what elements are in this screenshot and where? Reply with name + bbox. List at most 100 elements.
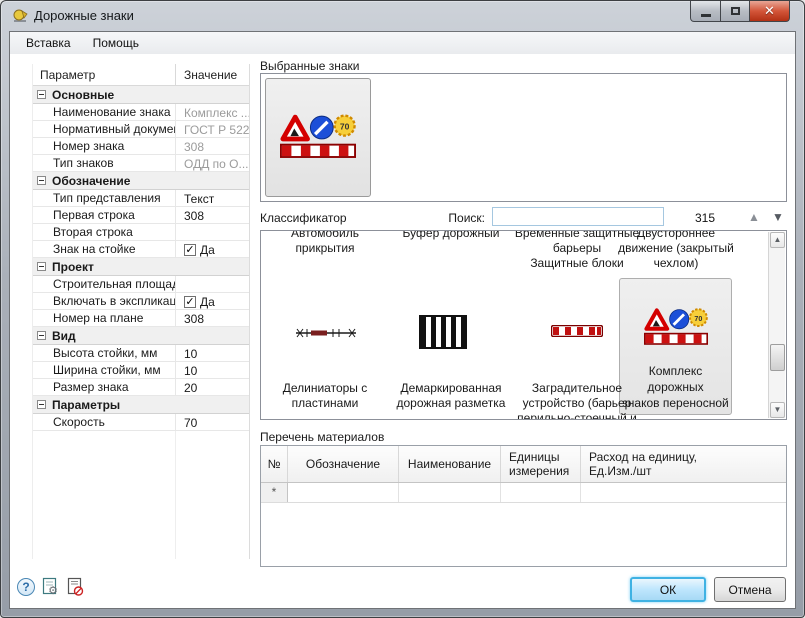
param-name: Номер на плане xyxy=(33,310,175,326)
title-bar[interactable]: Дорожные знаки ✕ xyxy=(1,1,804,31)
collapse-icon[interactable] xyxy=(37,262,46,271)
collapse-icon[interactable] xyxy=(37,90,46,99)
param-value[interactable]: Текст xyxy=(184,192,214,206)
scroll-down-icon: ▼ xyxy=(774,405,782,414)
group-proekt[interactable]: Проект xyxy=(33,258,249,276)
param-name: Высота стойки, мм xyxy=(33,345,175,361)
menu-help[interactable]: Помощь xyxy=(83,33,149,53)
group-label: Вид xyxy=(52,329,76,343)
classifier-label: Классификатор xyxy=(260,211,347,225)
param-row[interactable]: Наименование знака Комплекс ... xyxy=(33,104,249,121)
param-row[interactable]: Ширина стойки, мм 10 xyxy=(33,362,249,379)
scrollbar-thumb[interactable] xyxy=(770,344,785,371)
minimize-button[interactable] xyxy=(690,1,721,22)
param-name: Первая строка xyxy=(33,207,175,223)
barrier-image[interactable] xyxy=(551,325,603,337)
material-delete-button[interactable] xyxy=(65,577,85,597)
ok-button[interactable]: ОК xyxy=(630,577,706,602)
svg-text:70: 70 xyxy=(694,314,702,323)
param-value[interactable]: 10 xyxy=(184,364,197,378)
materials-header: № Обозначение Наименование Единицы измер… xyxy=(261,446,786,483)
classifier-item-label[interactable]: Делиниаторы с пластинами xyxy=(269,381,381,411)
param-row[interactable]: Нормативный документ ГОСТ Р 522... xyxy=(33,121,249,138)
column-designation: Обозначение xyxy=(288,446,399,482)
selected-signs-panel: 70 xyxy=(260,73,787,202)
group-label: Основные xyxy=(52,88,114,102)
param-row[interactable]: Размер знака 20 xyxy=(33,379,249,396)
param-row[interactable]: Скорость 70 xyxy=(33,414,249,431)
group-parametry[interactable]: Параметры xyxy=(33,396,249,414)
scroll-up-button[interactable]: ▲ xyxy=(770,232,785,248)
cell-consumption[interactable] xyxy=(581,483,786,502)
search-input[interactable] xyxy=(492,207,664,226)
collapse-icon[interactable] xyxy=(37,176,46,185)
material-settings-button[interactable]: ⚙ xyxy=(41,577,61,597)
column-consumption: Расход на единицу, Ед.Изм./шт xyxy=(581,446,786,482)
dialog-road-signs: Дорожные знаки ✕ Вставка Помощь Параметр… xyxy=(0,0,805,618)
help-button[interactable]: ? xyxy=(17,578,37,598)
param-value[interactable]: 308 xyxy=(184,140,204,154)
classifier-item-label[interactable]: Демаркированная дорожная разметка xyxy=(385,381,517,411)
close-button[interactable]: ✕ xyxy=(750,1,790,22)
gear-icon: ⚙ xyxy=(48,585,58,597)
window-title: Дорожные знаки xyxy=(34,8,134,23)
group-osnovnye[interactable]: Основные xyxy=(33,86,249,104)
cell-designation[interactable] xyxy=(288,483,399,502)
ok-button-label: ОК xyxy=(660,583,676,597)
param-value[interactable]: ГОСТ Р 522... xyxy=(184,123,249,137)
param-row[interactable]: Строительная площадка xyxy=(33,276,249,293)
prohibition-icon xyxy=(75,587,83,595)
cancel-button-label: Отмена xyxy=(728,583,771,597)
param-row[interactable]: Первая строка 308 xyxy=(33,207,249,224)
group-oboznachenie[interactable]: Обозначение xyxy=(33,172,249,190)
delineators-image[interactable] xyxy=(295,326,357,340)
parameter-grid-empty-area xyxy=(33,431,249,559)
cell-units[interactable] xyxy=(501,483,581,502)
param-name: Номер знака xyxy=(33,138,175,154)
param-value[interactable]: 70 xyxy=(184,416,197,430)
checkbox-checked-icon[interactable]: ✓ xyxy=(184,244,196,256)
param-row[interactable]: Высота стойки, мм 10 xyxy=(33,345,249,362)
column-units: Единицы измерения xyxy=(501,446,581,482)
param-value[interactable]: Комплекс ... xyxy=(184,106,249,120)
materials-new-row[interactable]: * xyxy=(261,483,786,503)
param-value[interactable]: 308 xyxy=(184,209,204,223)
collapse-icon[interactable] xyxy=(37,331,46,340)
dialog-body: Вставка Помощь Параметр Значение Основны… xyxy=(9,31,796,609)
classifier-item-label[interactable]: Буфер дорожный xyxy=(381,230,521,241)
group-vid[interactable]: Вид xyxy=(33,327,249,345)
param-name: Тип знаков xyxy=(33,155,175,171)
param-value[interactable]: 20 xyxy=(184,381,197,395)
column-value: Значение xyxy=(175,64,249,85)
param-row[interactable]: Тип знаков ОДД по О... xyxy=(33,155,249,172)
materials-label: Перечень материалов xyxy=(260,430,384,444)
param-value[interactable]: 308 xyxy=(184,312,204,326)
param-row[interactable]: Тип представления Текст xyxy=(33,190,249,207)
maximize-button[interactable] xyxy=(721,1,750,22)
param-name: Скорость xyxy=(33,414,175,430)
checkbox-checked-icon[interactable]: ✓ xyxy=(184,296,196,308)
param-row[interactable]: Знак на стойке ✓Да xyxy=(33,241,249,258)
prev-arrow-icon[interactable]: ▲ xyxy=(745,209,763,225)
classifier-scrollbar[interactable]: ▲ ▼ xyxy=(768,232,785,418)
selected-sign-card[interactable]: 70 xyxy=(265,78,371,197)
menu-insert[interactable]: Вставка xyxy=(16,33,81,53)
classifier-item-label[interactable]: Заградительное устройство (барьер периль… xyxy=(511,381,643,420)
param-row[interactable]: Номер на плане 308 xyxy=(33,310,249,327)
param-row[interactable]: Включать в экспликацию ✓Да xyxy=(33,293,249,310)
param-name: Включать в экспликацию xyxy=(33,293,175,309)
road-marking-image[interactable] xyxy=(419,315,467,349)
param-name: Ширина стойки, мм xyxy=(33,362,175,378)
classifier-item-label[interactable]: Двустороннее движение (закрытый чехлом) xyxy=(601,230,751,271)
param-value[interactable]: ОДД по О... xyxy=(184,157,249,171)
cancel-button[interactable]: Отмена xyxy=(714,577,786,602)
next-arrow-icon[interactable]: ▼ xyxy=(769,209,787,225)
column-parameter: Параметр xyxy=(33,64,175,85)
param-value[interactable]: 10 xyxy=(184,347,197,361)
scroll-down-button[interactable]: ▼ xyxy=(770,402,785,418)
collapse-icon[interactable] xyxy=(37,400,46,409)
param-row[interactable]: Вторая строка xyxy=(33,224,249,241)
cell-name[interactable] xyxy=(399,483,501,502)
param-row[interactable]: Номер знака 308 xyxy=(33,138,249,155)
classifier-item-label[interactable]: Автомобиль прикрытия xyxy=(269,230,381,256)
